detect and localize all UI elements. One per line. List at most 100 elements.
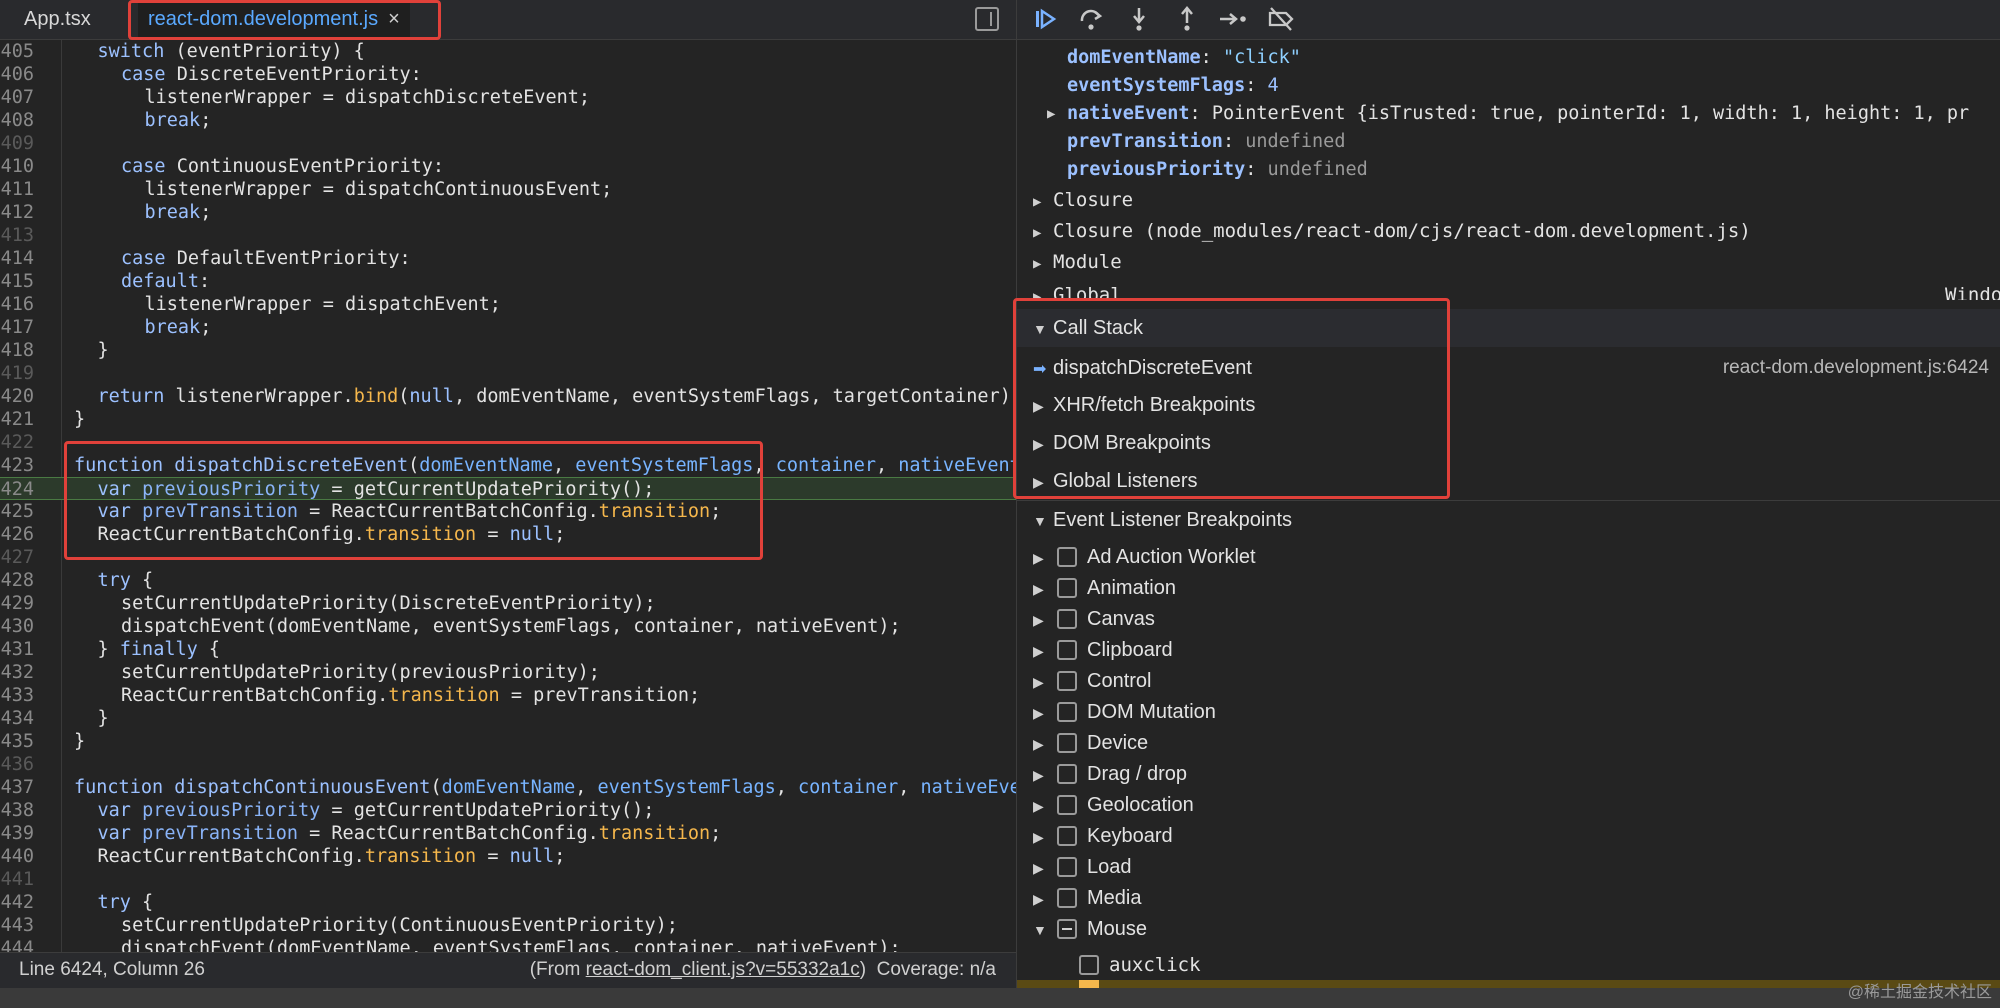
line-number[interactable]: 442 xyxy=(0,891,34,914)
scope-group-global[interactable]: ▶ Global xyxy=(1033,280,1122,300)
line-number[interactable]: 431 xyxy=(0,638,34,661)
step-into-icon[interactable] xyxy=(1123,4,1155,36)
line-number[interactable]: 417 xyxy=(0,316,34,339)
line-number[interactable]: 416 xyxy=(0,293,34,316)
line-number[interactable]: 427 xyxy=(0,546,34,569)
line-number[interactable]: 405 xyxy=(0,40,34,63)
line-number[interactable]: 443 xyxy=(0,914,34,937)
checkbox[interactable] xyxy=(1057,671,1077,691)
scope-variable[interactable]: prevTransition: undefined xyxy=(1067,128,1345,156)
line-number[interactable]: 437 xyxy=(0,776,34,799)
expand-triangle-icon[interactable]: ▶ xyxy=(1033,760,1053,791)
expand-triangle-icon[interactable]: ▶ xyxy=(1033,822,1053,853)
line-number[interactable]: 406 xyxy=(0,63,34,86)
event-listener-category[interactable]: ▶ Device xyxy=(1017,728,2000,759)
line-number[interactable]: 444 xyxy=(0,937,34,952)
line-number[interactable]: 441 xyxy=(0,868,34,891)
expand-triangle-icon[interactable]: ▶ xyxy=(1033,853,1053,884)
resume-icon[interactable] xyxy=(1029,4,1061,36)
expand-triangle-icon[interactable]: ▶ xyxy=(1033,605,1053,636)
expand-triangle-icon[interactable]: ▶ xyxy=(1033,791,1053,822)
scope-group-closure[interactable]: ▶ Closure xyxy=(1033,185,1133,215)
line-number[interactable]: 430 xyxy=(0,615,34,638)
expand-triangle-icon[interactable]: ▶ xyxy=(1033,543,1053,574)
line-number[interactable]: 435 xyxy=(0,730,34,753)
line-number[interactable]: 438 xyxy=(0,799,34,822)
tab-react-dom-development[interactable]: react-dom.development.js × xyxy=(138,0,410,40)
code-editor[interactable]: 405 switch (eventPriority) {406 case Discr… xyxy=(0,40,1016,952)
source-map-link[interactable]: react-dom_client.js?v=55332a1c xyxy=(586,959,860,980)
event-listener-category[interactable]: ▶ Clipboard xyxy=(1017,635,2000,666)
frame-location[interactable]: react-dom.development.js:6424 xyxy=(1723,349,1989,387)
event-listener-breakpoints-header[interactable]: ▼ Event Listener Breakpoints xyxy=(1017,500,2000,538)
checkbox[interactable] xyxy=(1057,888,1077,908)
line-number[interactable]: 410 xyxy=(0,155,34,178)
checkbox[interactable] xyxy=(1057,578,1077,598)
event-listener-category[interactable]: ▶ Geolocation xyxy=(1017,790,2000,821)
close-icon[interactable]: × xyxy=(388,8,400,30)
line-number[interactable]: 429 xyxy=(0,592,34,615)
line-number[interactable]: 412 xyxy=(0,201,34,224)
checkbox[interactable] xyxy=(1057,919,1077,939)
checkbox[interactable] xyxy=(1057,702,1077,722)
checkbox[interactable] xyxy=(1057,764,1077,784)
line-number[interactable]: 419 xyxy=(0,362,34,385)
expand-triangle-icon[interactable]: ▶ xyxy=(1033,667,1053,698)
event-listener-category[interactable]: ▶ Keyboard xyxy=(1017,821,2000,852)
scope-variable[interactable]: ▶ nativeEvent: PointerEvent {isTrusted: t… xyxy=(1047,100,1969,128)
scope-variable[interactable]: domEventName: "click" xyxy=(1067,44,1301,72)
line-number[interactable]: 409 xyxy=(0,132,34,155)
line-number[interactable]: 421 xyxy=(0,408,34,431)
line-number[interactable]: 411 xyxy=(0,178,34,201)
line-number[interactable]: 439 xyxy=(0,822,34,845)
line-number[interactable]: 423 xyxy=(0,454,34,477)
line-number[interactable]: 414 xyxy=(0,247,34,270)
step-icon[interactable] xyxy=(1217,4,1249,36)
dom-breakpoints-header[interactable]: ▶ DOM Breakpoints xyxy=(1017,424,2000,462)
event-listener-category[interactable]: ▶ Control xyxy=(1017,666,2000,697)
event-listener-category[interactable]: ▶ Animation xyxy=(1017,573,2000,604)
line-number[interactable]: 432 xyxy=(0,661,34,684)
line-number[interactable]: 425 xyxy=(0,500,34,523)
line-number[interactable]: 426 xyxy=(0,523,34,546)
checkbox[interactable] xyxy=(1057,640,1077,660)
checkbox[interactable] xyxy=(1057,857,1077,877)
line-number[interactable]: 408 xyxy=(0,109,34,132)
line-number[interactable]: 424 xyxy=(0,478,34,501)
scope-variable[interactable]: previousPriority: undefined xyxy=(1067,156,1368,184)
event-listener-category[interactable]: ▶ Ad Auction Worklet xyxy=(1017,542,2000,573)
scope-group-closure-module[interactable]: ▶ Closure (node_modules/react-dom/cjs/rea… xyxy=(1033,216,1751,246)
global-listeners-header[interactable]: ▶ Global Listeners xyxy=(1017,462,2000,500)
expand-triangle-icon[interactable]: ▶ xyxy=(1033,636,1053,667)
deactivate-breakpoints-icon[interactable] xyxy=(1265,4,1297,36)
line-number[interactable]: 440 xyxy=(0,845,34,868)
event-listener-category[interactable]: ▶ Drag / drop xyxy=(1017,759,2000,790)
expand-triangle-icon[interactable]: ▶ xyxy=(1047,100,1055,128)
line-number[interactable]: 415 xyxy=(0,270,34,293)
event-listener-subitem[interactable]: auxclick xyxy=(1017,950,2000,981)
checkbox[interactable] xyxy=(1057,609,1077,629)
checkbox[interactable] xyxy=(1057,547,1077,567)
event-listener-category[interactable]: ▶ Canvas xyxy=(1017,604,2000,635)
line-number[interactable]: 407 xyxy=(0,86,34,109)
line-number[interactable]: 422 xyxy=(0,431,34,454)
call-frame[interactable]: ➡ dispatchDiscreteEvent react-dom.develop… xyxy=(1017,349,2000,387)
event-listener-category[interactable]: ▼ Mouse xyxy=(1017,914,2000,945)
expand-triangle-icon[interactable]: ▶ xyxy=(1033,574,1053,605)
step-over-icon[interactable] xyxy=(1075,4,1107,36)
call-stack-header[interactable]: ▼ Call Stack xyxy=(1017,309,2000,347)
line-number[interactable]: 418 xyxy=(0,339,34,362)
line-number[interactable]: 436 xyxy=(0,753,34,776)
expand-triangle-icon[interactable]: ▶ xyxy=(1033,729,1053,760)
expand-triangle-icon[interactable]: ▶ xyxy=(1033,698,1053,729)
line-number[interactable]: 434 xyxy=(0,707,34,730)
line-number[interactable]: 420 xyxy=(0,385,34,408)
xhr-breakpoints-header[interactable]: ▶ XHR/fetch Breakpoints xyxy=(1017,386,2000,424)
line-number[interactable]: 428 xyxy=(0,569,34,592)
checkbox[interactable] xyxy=(1057,795,1077,815)
event-listener-category[interactable]: ▶ Load xyxy=(1017,852,2000,883)
scope-group-module[interactable]: ▶ Module xyxy=(1033,247,1122,277)
checkbox[interactable] xyxy=(1057,733,1077,753)
line-number[interactable]: 433 xyxy=(0,684,34,707)
collapse-triangle-icon[interactable]: ▼ xyxy=(1033,915,1053,946)
